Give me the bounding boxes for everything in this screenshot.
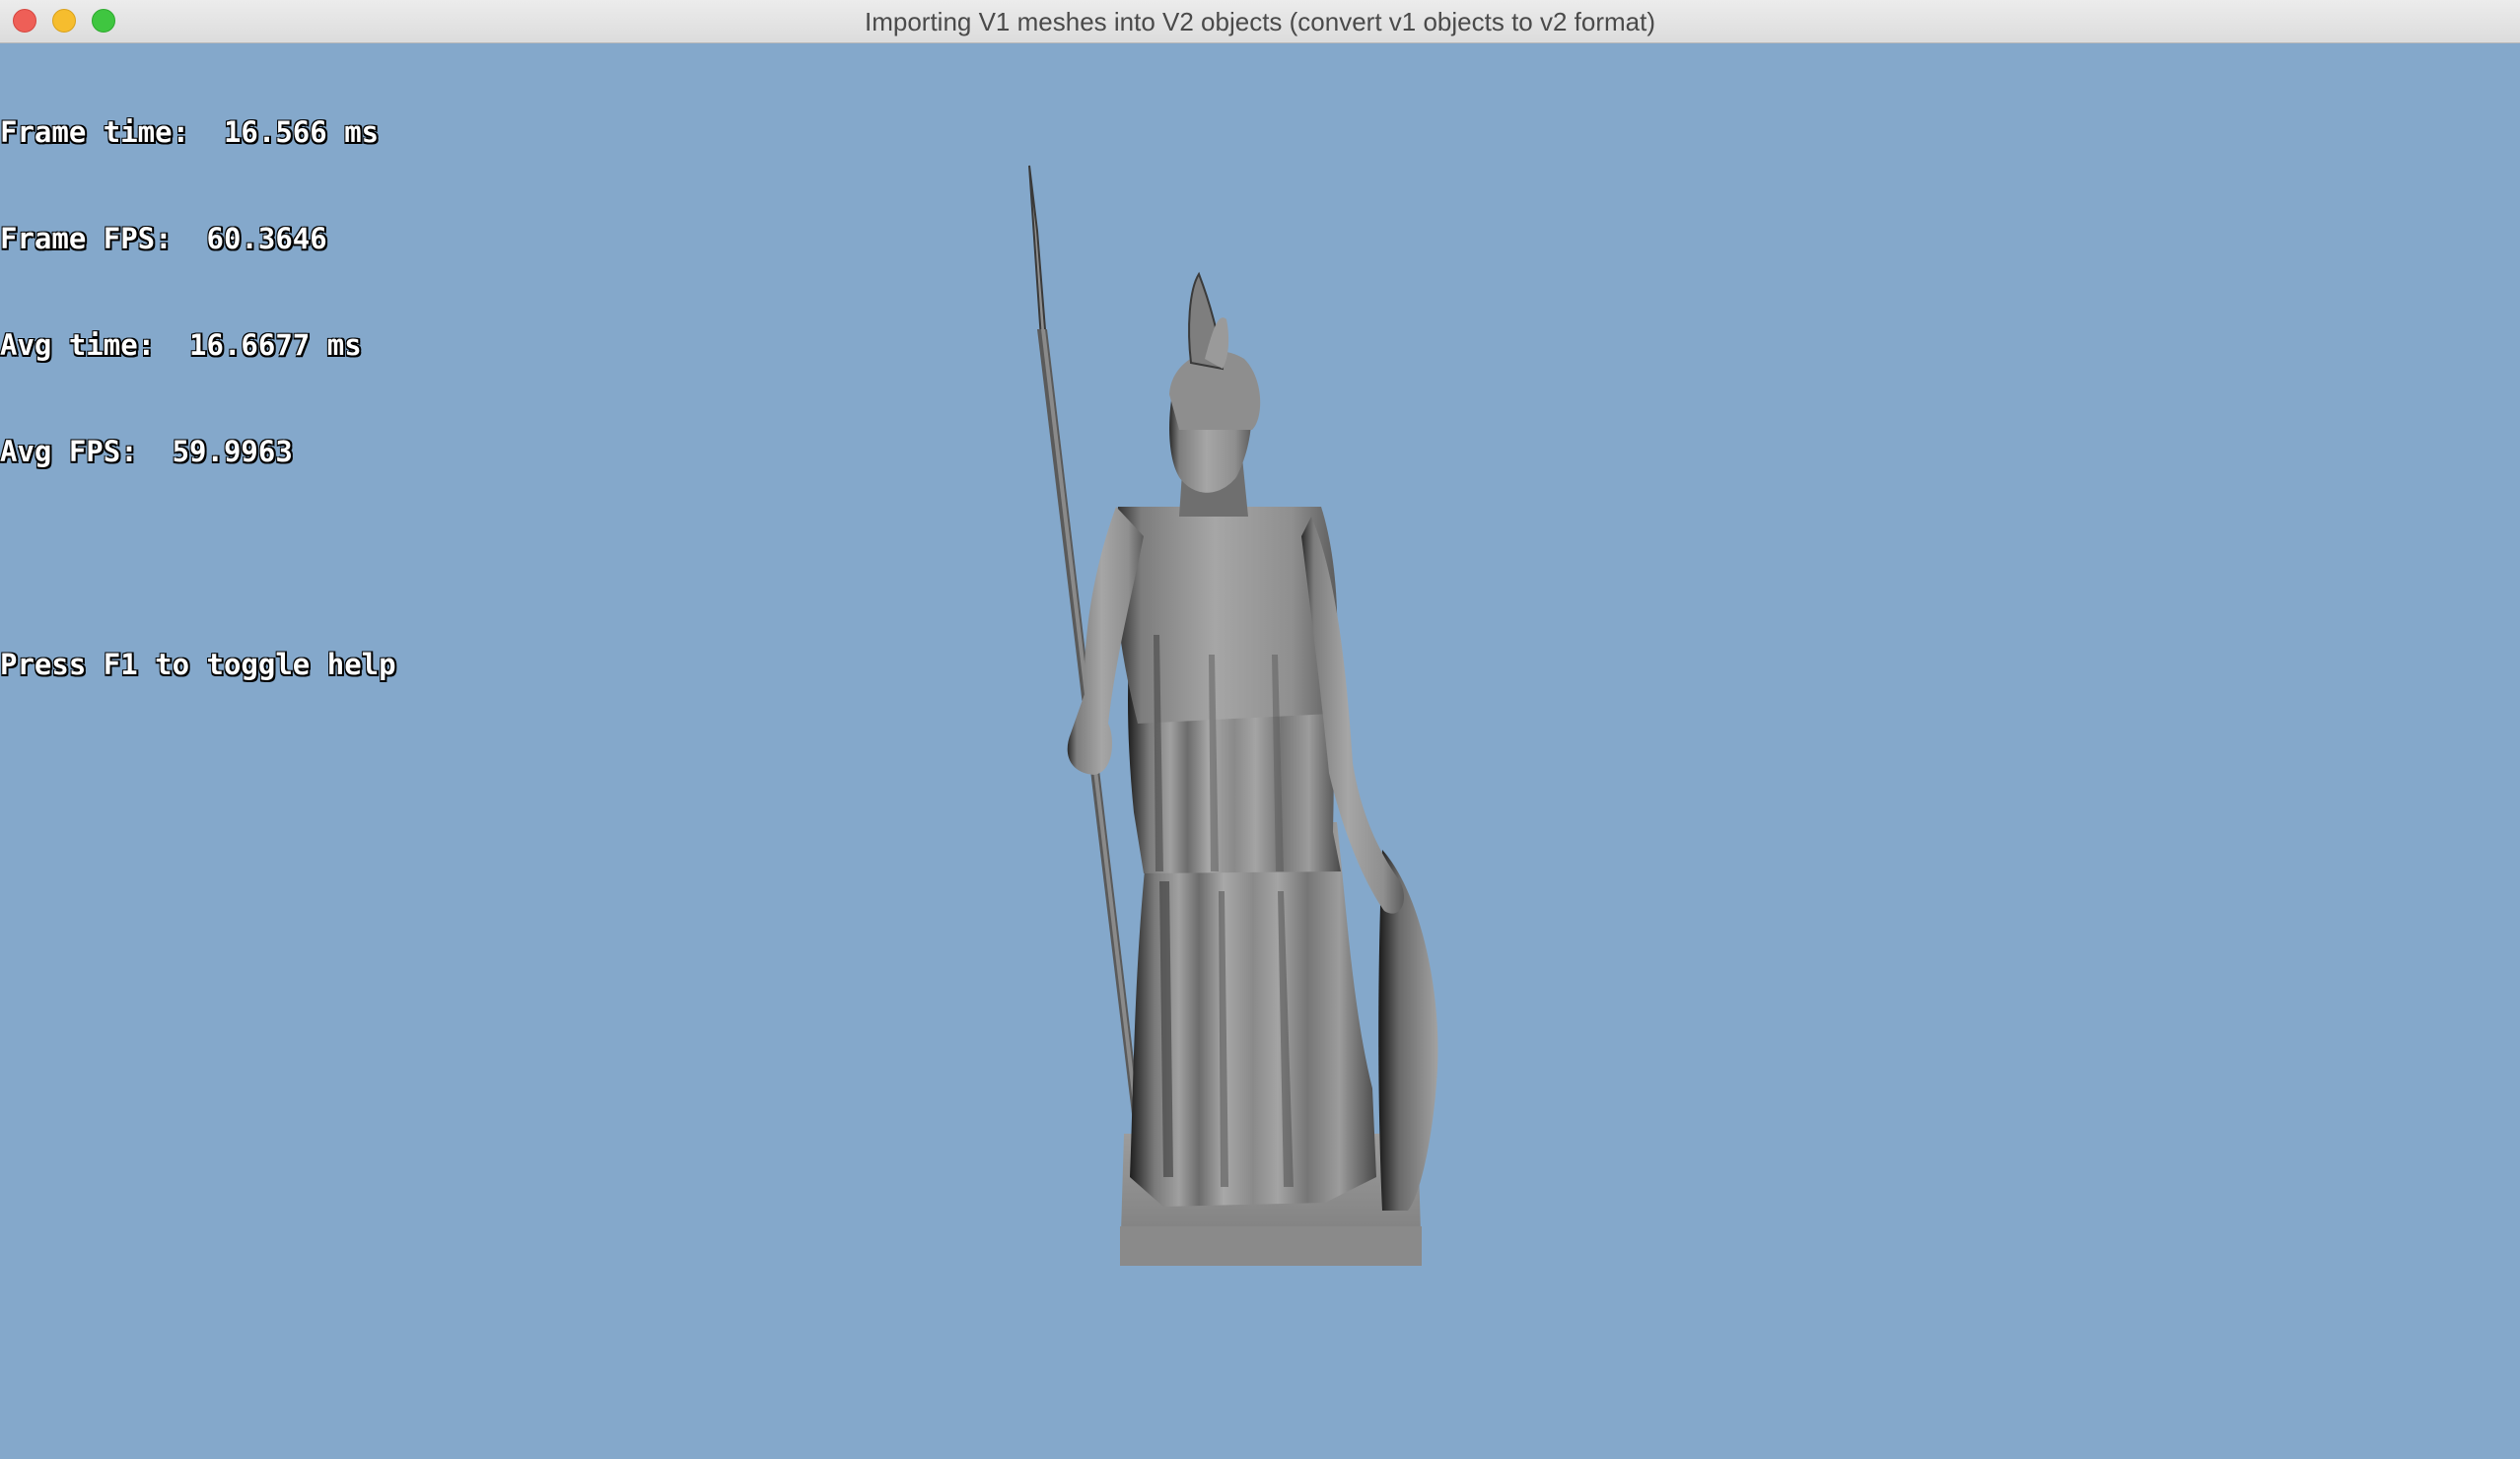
title-bar[interactable]: Importing V1 meshes into V2 objects (con… [0, 0, 2520, 43]
window-title: Importing V1 meshes into V2 objects (con… [864, 7, 1656, 36]
statue-3d-model-icon [1028, 165, 1438, 1266]
app-window: Importing V1 meshes into V2 objects (con… [0, 0, 2520, 1459]
render-viewport[interactable]: Frame time: 16.566 ms Frame FPS: 60.3646… [0, 43, 2520, 1459]
